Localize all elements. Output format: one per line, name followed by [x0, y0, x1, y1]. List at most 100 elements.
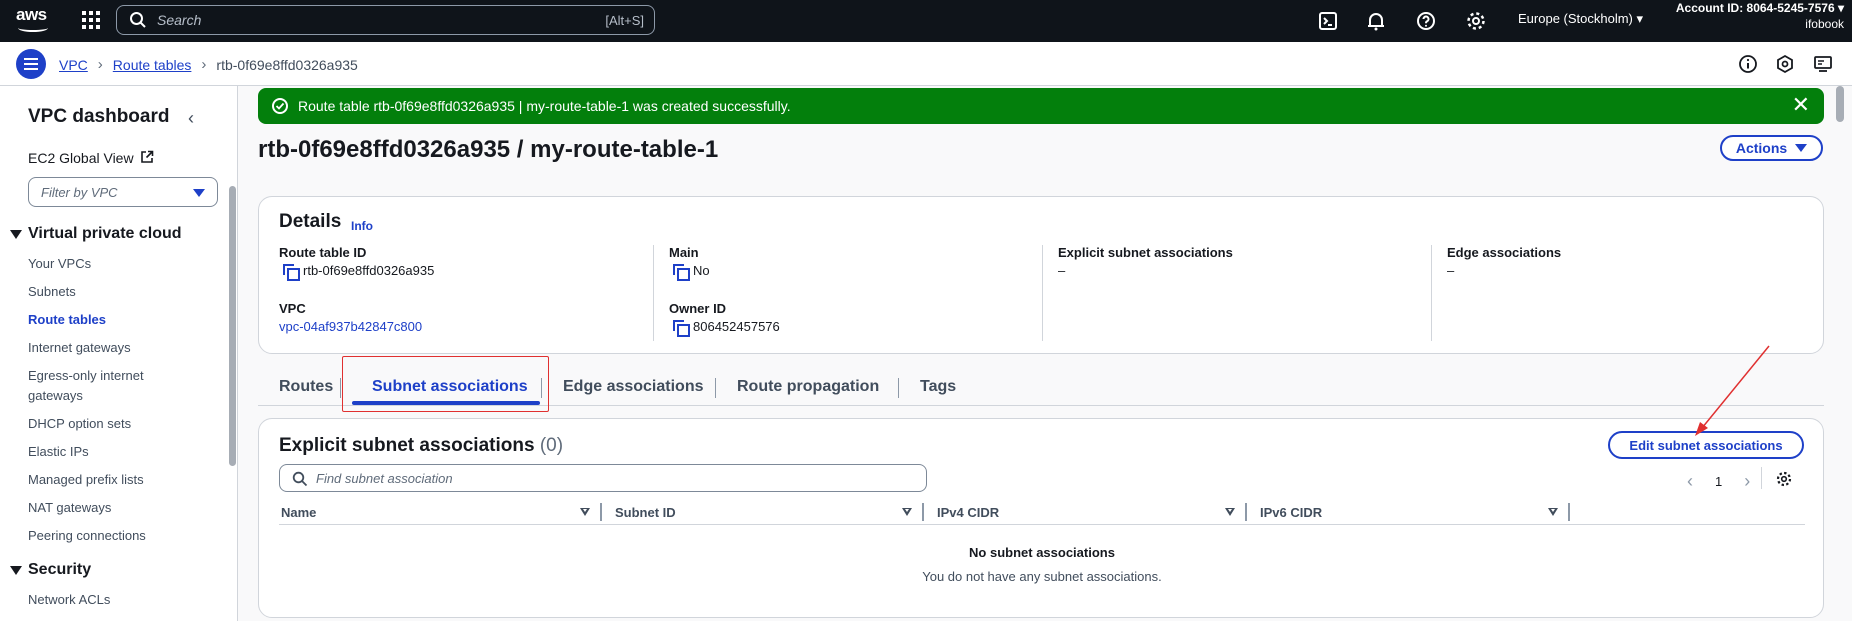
details-col-1: Route table ID rtb-0f69e8ffd0326a935 VPC… [279, 245, 649, 341]
aws-logo-text: aws [16, 5, 47, 24]
section-label: Security [28, 561, 92, 578]
main-scrollbar[interactable] [1836, 86, 1844, 122]
route-table-id-label: Route table ID [279, 245, 367, 260]
page-number[interactable]: 1 [1715, 474, 1722, 489]
find-subnet-association[interactable] [279, 464, 927, 492]
breadcrumb-bar: VPC › Route tables › rtb-0f69e8ffd0326a9… [0, 42, 1852, 86]
sidebar-item-elastic-ips[interactable]: Elastic IPs [28, 442, 208, 462]
details-col-4: Edge associations – [1431, 245, 1811, 341]
breadcrumb-vpc[interactable]: VPC [59, 57, 88, 73]
top-navigation: aws [Alt+S] Europe (Stockholm) ▾ Account… [0, 0, 1852, 42]
notifications-bell-icon[interactable] [1364, 9, 1388, 33]
sidebar-item-label: EC2 Global View [28, 150, 134, 166]
vpc-value: vpc-04af937b42847c800 [279, 319, 422, 334]
success-check-icon [272, 98, 288, 114]
sort-icon[interactable] [902, 508, 912, 516]
region-selector[interactable]: Europe (Stockholm) ▾ [1518, 11, 1643, 27]
sidebar-item-egress-only-internet-gateways[interactable]: Egress-only internet gateways [28, 366, 178, 406]
side-nav-toggle-button[interactable] [16, 49, 46, 79]
details-info-link[interactable]: Info [351, 219, 373, 233]
chevron-down-icon: ▾ [1837, 1, 1844, 15]
services-grid-icon[interactable] [80, 9, 102, 31]
actions-button[interactable]: Actions [1720, 135, 1823, 161]
account-user: ifobook [1805, 17, 1844, 31]
breadcrumb: VPC › Route tables › rtb-0f69e8ffd0326a9… [59, 56, 358, 73]
chevron-right-icon[interactable]: › [1744, 471, 1750, 492]
tab-routes[interactable]: Routes [279, 378, 333, 396]
column-resizer[interactable] [1568, 503, 1570, 521]
sidebar-item-subnets[interactable]: Subnets [28, 282, 208, 302]
sidebar-item-route-tables[interactable]: Route tables [28, 310, 208, 330]
sidebar-title[interactable]: VPC dashboard [28, 106, 169, 128]
section-virtual-private-cloud[interactable]: Virtual private cloud [10, 225, 182, 243]
sidebar-scrollbar[interactable] [229, 186, 236, 466]
vpc-link[interactable]: vpc-04af937b42847c800 [279, 319, 422, 334]
column-resizer[interactable] [600, 503, 602, 521]
cloudshell-icon[interactable] [1316, 9, 1340, 33]
pagination: ‹ 1 › [1687, 471, 1750, 492]
sort-icon[interactable] [580, 508, 590, 516]
tab-tags[interactable]: Tags [920, 378, 956, 396]
search-icon [292, 471, 308, 487]
column-resizer[interactable] [1245, 503, 1247, 521]
annotation-highlight-box [342, 356, 549, 412]
explicit-subnet-associations-panel: Explicit subnet associations (0) Edit su… [258, 418, 1824, 618]
column-header-name[interactable]: Name [281, 505, 316, 520]
associations-heading-text: Explicit subnet associations [279, 435, 535, 456]
tab-route-propagation[interactable]: Route propagation [737, 378, 879, 396]
sidebar-item-dhcp-option-sets[interactable]: DHCP option sets [28, 414, 208, 434]
associations-heading: Explicit subnet associations (0) [279, 435, 563, 457]
help-icon[interactable] [1414, 9, 1438, 33]
table-settings-gear-icon[interactable] [1775, 470, 1793, 488]
sidebar-item-ec2-global-view[interactable]: EC2 Global View [28, 150, 154, 166]
settings-gear-icon[interactable] [1464, 9, 1488, 33]
caret-down-icon [10, 229, 22, 239]
tab-edge-associations[interactable]: Edge associations [563, 378, 704, 396]
sidebar-item-internet-gateways[interactable]: Internet gateways [28, 338, 208, 358]
caret-down-icon [1795, 144, 1808, 152]
column-header-ipv6-cidr[interactable]: IPv6 CIDR [1260, 505, 1322, 520]
side-navigation: VPC dashboard ‹ EC2 Global View Filter b… [0, 86, 238, 621]
table-header: Name Subnet ID IPv4 CIDR IPv6 CIDR [279, 499, 1805, 525]
info-icon[interactable] [1738, 54, 1758, 74]
edge-associations-value: – [1447, 263, 1455, 278]
sidebar-item-nat-gateways[interactable]: NAT gateways [28, 498, 208, 518]
copy-icon[interactable] [673, 319, 690, 337]
explicit-associations-label: Explicit subnet associations [1058, 245, 1233, 260]
region-label: Europe (Stockholm) [1518, 11, 1633, 26]
owner-id-label: Owner ID [669, 301, 727, 316]
caret-down-icon [10, 565, 22, 575]
sidebar-item-network-acls[interactable]: Network ACLs [28, 590, 208, 610]
breadcrumb-current: rtb-0f69e8ffd0326a935 [216, 56, 358, 73]
sidebar-item-managed-prefix-lists[interactable]: Managed prefix lists [28, 470, 208, 490]
copy-icon[interactable] [673, 263, 690, 281]
sidebar-item-peering-connections[interactable]: Peering connections [28, 526, 208, 546]
search-input[interactable] [157, 12, 557, 28]
global-search[interactable]: [Alt+S] [116, 5, 655, 35]
main-text: No [693, 263, 710, 278]
actions-label: Actions [1735, 140, 1788, 156]
sort-icon[interactable] [1225, 508, 1235, 516]
column-header-subnet-id[interactable]: Subnet ID [615, 505, 676, 520]
success-flash-banner: Route table rtb-0f69e8ffd0326a935 | my-r… [258, 88, 1824, 124]
account-menu[interactable]: Account ID: 8064-5245-7576 ▾ ifobook [1676, 0, 1844, 32]
search-icon [130, 12, 146, 28]
chevron-left-icon[interactable]: ‹ [188, 108, 194, 129]
column-resizer[interactable] [922, 503, 924, 521]
feedback-icon[interactable] [1775, 54, 1795, 74]
column-header-ipv4-cidr[interactable]: IPv4 CIDR [937, 505, 999, 520]
chevron-down-icon: ▾ [1636, 11, 1644, 26]
sort-icon[interactable] [1548, 508, 1558, 516]
filter-by-vpc-select[interactable]: Filter by VPC [28, 177, 218, 207]
aws-logo[interactable]: aws [16, 6, 50, 34]
close-icon[interactable]: ✕ [1792, 94, 1810, 116]
empty-state-description: You do not have any subnet associations. [922, 569, 1162, 584]
find-subnet-association-input[interactable] [316, 471, 896, 486]
sidebar-item-your-vpcs[interactable]: Your VPCs [28, 254, 208, 274]
chevron-left-icon[interactable]: ‹ [1687, 471, 1693, 492]
breadcrumb-route-tables[interactable]: Route tables [113, 57, 192, 73]
copy-icon[interactable] [283, 263, 300, 281]
section-security[interactable]: Security [10, 561, 91, 579]
display-preferences-icon[interactable] [1813, 54, 1833, 74]
chevron-right-icon: › [201, 56, 207, 73]
